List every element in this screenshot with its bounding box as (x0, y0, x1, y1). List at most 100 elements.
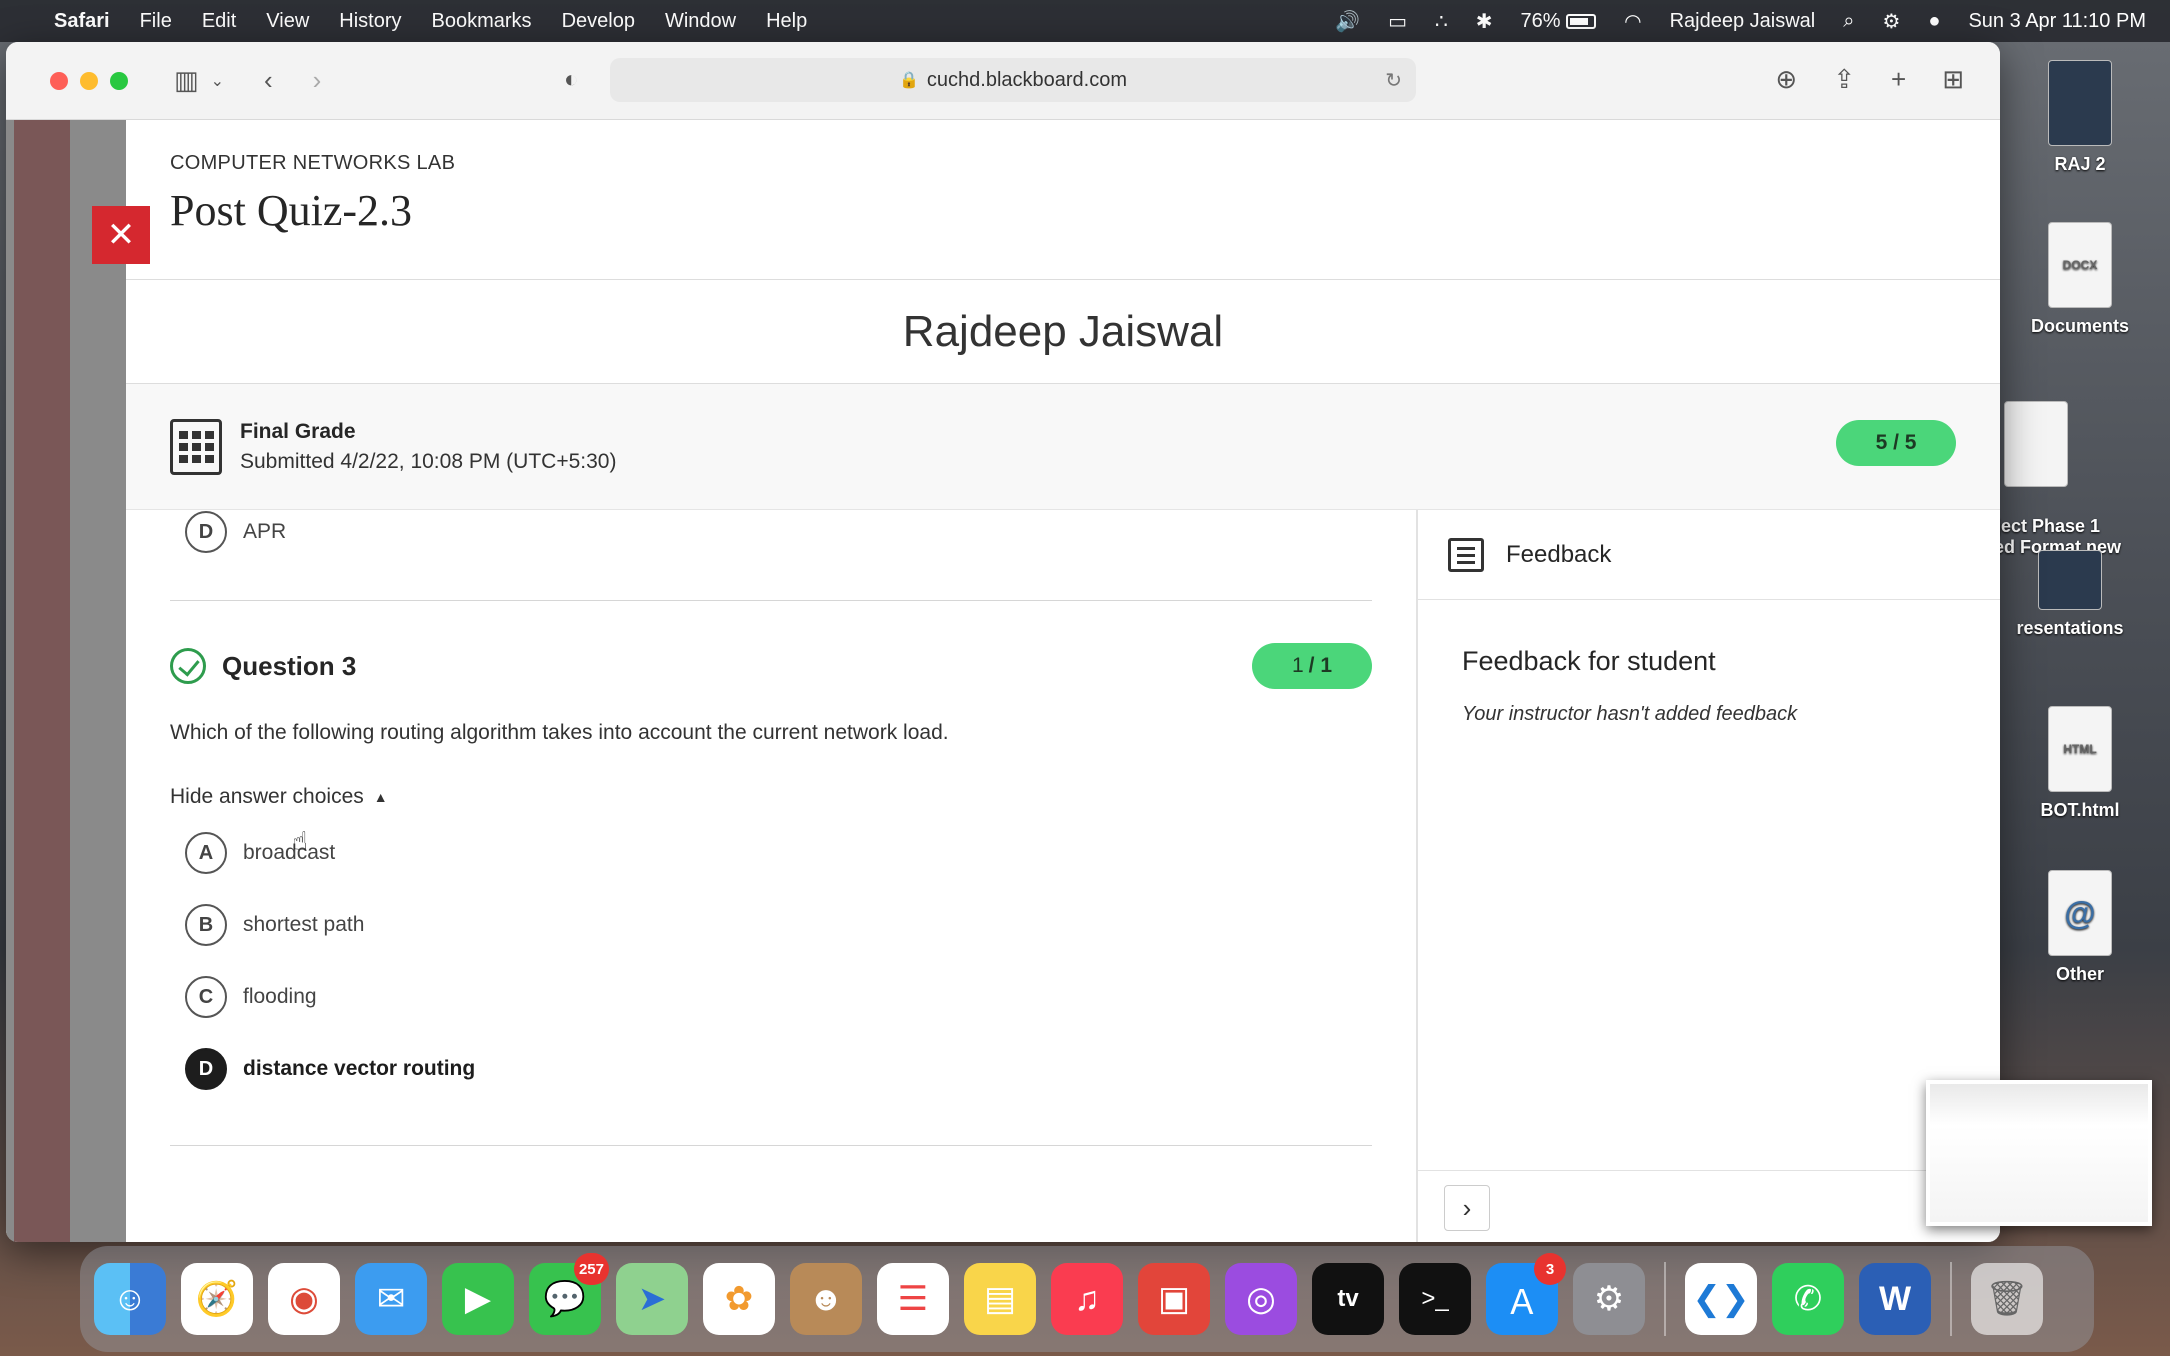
questions-list: D APR Question 3 1 / 1 Which of the foll… (126, 510, 1416, 1242)
music-icon[interactable]: ♫ (1051, 1263, 1123, 1335)
choice-letter: D (185, 511, 227, 553)
feedback-header: Feedback (1418, 510, 2000, 600)
chevron-down-icon[interactable]: ⌄ (211, 71, 224, 91)
answer-choice: A broadcast (170, 817, 1372, 889)
volume-icon[interactable]: 🔊 (1335, 9, 1360, 34)
toolbar-right: ⊕ ⇪ + ⊞ (1775, 64, 1964, 95)
siri-icon[interactable]: ● (1928, 10, 1940, 33)
finder-icon[interactable]: ☺ (94, 1263, 166, 1335)
menu-view[interactable]: View (266, 10, 309, 33)
trash-icon[interactable]: 🗑 (1971, 1263, 2043, 1335)
user-name[interactable]: Rajdeep Jaiswal (1670, 10, 1816, 33)
close-window-button[interactable] (50, 71, 68, 90)
lock-icon: 🔒 (898, 72, 919, 89)
desktop-item-documents[interactable]: DOCX Documents (1990, 222, 2170, 337)
terminal-icon[interactable]: >_ (1399, 1263, 1471, 1335)
minimize-window-button[interactable] (80, 71, 98, 90)
word-icon[interactable]: W (1859, 1263, 1931, 1335)
choice-letter: B (185, 904, 227, 946)
downloads-icon[interactable]: ⊕ (1775, 64, 1797, 95)
menu-develop[interactable]: Develop (562, 10, 635, 33)
clock[interactable]: Sun 3 Apr 11:10 PM (1968, 10, 2146, 33)
mail-icon[interactable]: ✉ (355, 1263, 427, 1335)
spotlight-search-icon[interactable]: ⌕ (1843, 10, 1854, 33)
question-divider (170, 1145, 1372, 1146)
app-store-badge: 3 (1534, 1253, 1566, 1285)
menu-history[interactable]: History (339, 10, 401, 33)
address-bar[interactable]: 🔒 cuchd.blackboard.com ↻ (610, 58, 1416, 102)
answer-choice: B shortest path (170, 889, 1372, 961)
menu-app-name[interactable]: Safari (54, 10, 110, 33)
feedback-title: Feedback for student (1462, 646, 1716, 676)
hide-answer-choices-toggle[interactable]: Hide answer choices ▲ (170, 785, 388, 809)
chrome-icon[interactable]: ◉ (268, 1263, 340, 1335)
desktop-item-presentations[interactable]: resentations (1980, 550, 2160, 639)
question-title: Question 3 (222, 650, 357, 681)
screenshot-preview-thumbnail[interactable] (1926, 1080, 2152, 1226)
sidebar-toggle-icon[interactable]: ▥ (174, 65, 199, 96)
battery-status[interactable]: 76% (1521, 10, 1597, 33)
maps-icon[interactable]: ➤ (616, 1263, 688, 1335)
menu-edit[interactable]: Edit (202, 10, 236, 33)
safari-icon[interactable]: 🧭 (181, 1263, 253, 1335)
zoom-window-button[interactable] (110, 71, 128, 90)
submission-date: Submitted 4/2/22, 10:08 PM (UTC+5:30) (240, 449, 617, 473)
reminders-icon[interactable]: ☰ (877, 1263, 949, 1335)
menu-file[interactable]: File (140, 10, 172, 33)
close-panel-button[interactable]: ✕ (92, 206, 150, 264)
student-band: Rajdeep Jaiswal (126, 280, 2000, 384)
back-icon[interactable]: ‹ (264, 65, 273, 96)
grade-label: Final Grade (240, 419, 356, 443)
messages-badge: 257 (573, 1253, 609, 1285)
photos-icon[interactable]: ✿ (703, 1263, 775, 1335)
system-preferences-icon[interactable]: ⚙ (1573, 1263, 1645, 1335)
window-controls (50, 71, 128, 90)
messages-icon[interactable]: 💬 257 (529, 1253, 609, 1335)
display-icon[interactable]: ▭ (1388, 9, 1407, 34)
document-icon: DOCX (2048, 222, 2112, 308)
whatsapp-icon[interactable]: ✆ (1772, 1263, 1844, 1335)
new-tab-icon[interactable]: + (1891, 64, 1906, 95)
bluetooth-icon[interactable]: ✱ (1476, 9, 1493, 34)
desktop-item-bot-html[interactable]: HTML BOT.html (1990, 706, 2170, 821)
dock: ☺ 🧭 ◉ ✉ ▶ 💬 257 ➤ ✿ ☻ ☰ ▤ ♫ ▣ ◎ tv >_ Ａ … (80, 1246, 2094, 1352)
drive-icon (2048, 60, 2112, 146)
apple-tv-icon[interactable]: tv (1312, 1263, 1384, 1335)
contacts-icon[interactable]: ☻ (790, 1263, 862, 1335)
apple-tv-label: tv (1337, 1285, 1359, 1312)
desktop-item-label: RAJ 2 (2054, 154, 2106, 174)
presentation-icon (2038, 550, 2102, 610)
content-area: D APR Question 3 1 / 1 Which of the foll… (126, 510, 2000, 1242)
feedback-panel: Feedback Feedback for student Your instr… (1416, 510, 2000, 1242)
toggle-label: Hide answer choices (170, 785, 364, 808)
choice-text: shortest path (243, 913, 365, 936)
vscode-icon[interactable]: ❮❯ (1685, 1263, 1757, 1335)
feedback-footer: › (1418, 1170, 2000, 1242)
choice-text: broadcast (243, 841, 336, 864)
browser-toolbar: ▥ ⌄ ‹ › ◐ 🔒 cuchd.blackboard.com ↻ ⊕ ⇪ +… (6, 42, 2000, 120)
facetime-icon[interactable]: ▶ (442, 1263, 514, 1335)
photo-booth-icon[interactable]: ▣ (1138, 1263, 1210, 1335)
tab-overview-icon[interactable]: ⊞ (1942, 64, 1964, 95)
desktop-item-other[interactable]: @ Other (1990, 870, 2170, 985)
podcasts-icon[interactable]: ◎ (1225, 1263, 1297, 1335)
menu-bookmarks[interactable]: Bookmarks (432, 10, 532, 33)
final-score-badge: 5 / 5 (1836, 420, 1956, 466)
share-icon[interactable]: ⇪ (1833, 64, 1855, 95)
dock-separator (1950, 1262, 1952, 1336)
menu-help[interactable]: Help (766, 10, 807, 33)
choice-letter: C (185, 976, 227, 1018)
menu-bar: Safari File Edit View History Bookmarks … (0, 0, 2170, 42)
next-chevron-button[interactable]: › (1444, 1185, 1490, 1231)
forward-icon[interactable]: › (313, 65, 322, 96)
bluetooth-dots-icon[interactable]: ∴ (1435, 9, 1448, 34)
privacy-shield-icon[interactable]: ◐ (564, 66, 579, 94)
notes-icon[interactable]: ▤ (964, 1263, 1036, 1335)
menu-window[interactable]: Window (665, 10, 736, 33)
reload-icon[interactable]: ↻ (1385, 68, 1402, 93)
app-store-icon[interactable]: Ａ 3 (1486, 1253, 1566, 1335)
wifi-icon[interactable]: ◠ (1624, 9, 1641, 34)
control-center-icon[interactable]: ⚙ (1882, 9, 1900, 34)
battery-icon (1566, 13, 1597, 29)
desktop-item-raj2[interactable]: RAJ 2 (1990, 60, 2170, 175)
